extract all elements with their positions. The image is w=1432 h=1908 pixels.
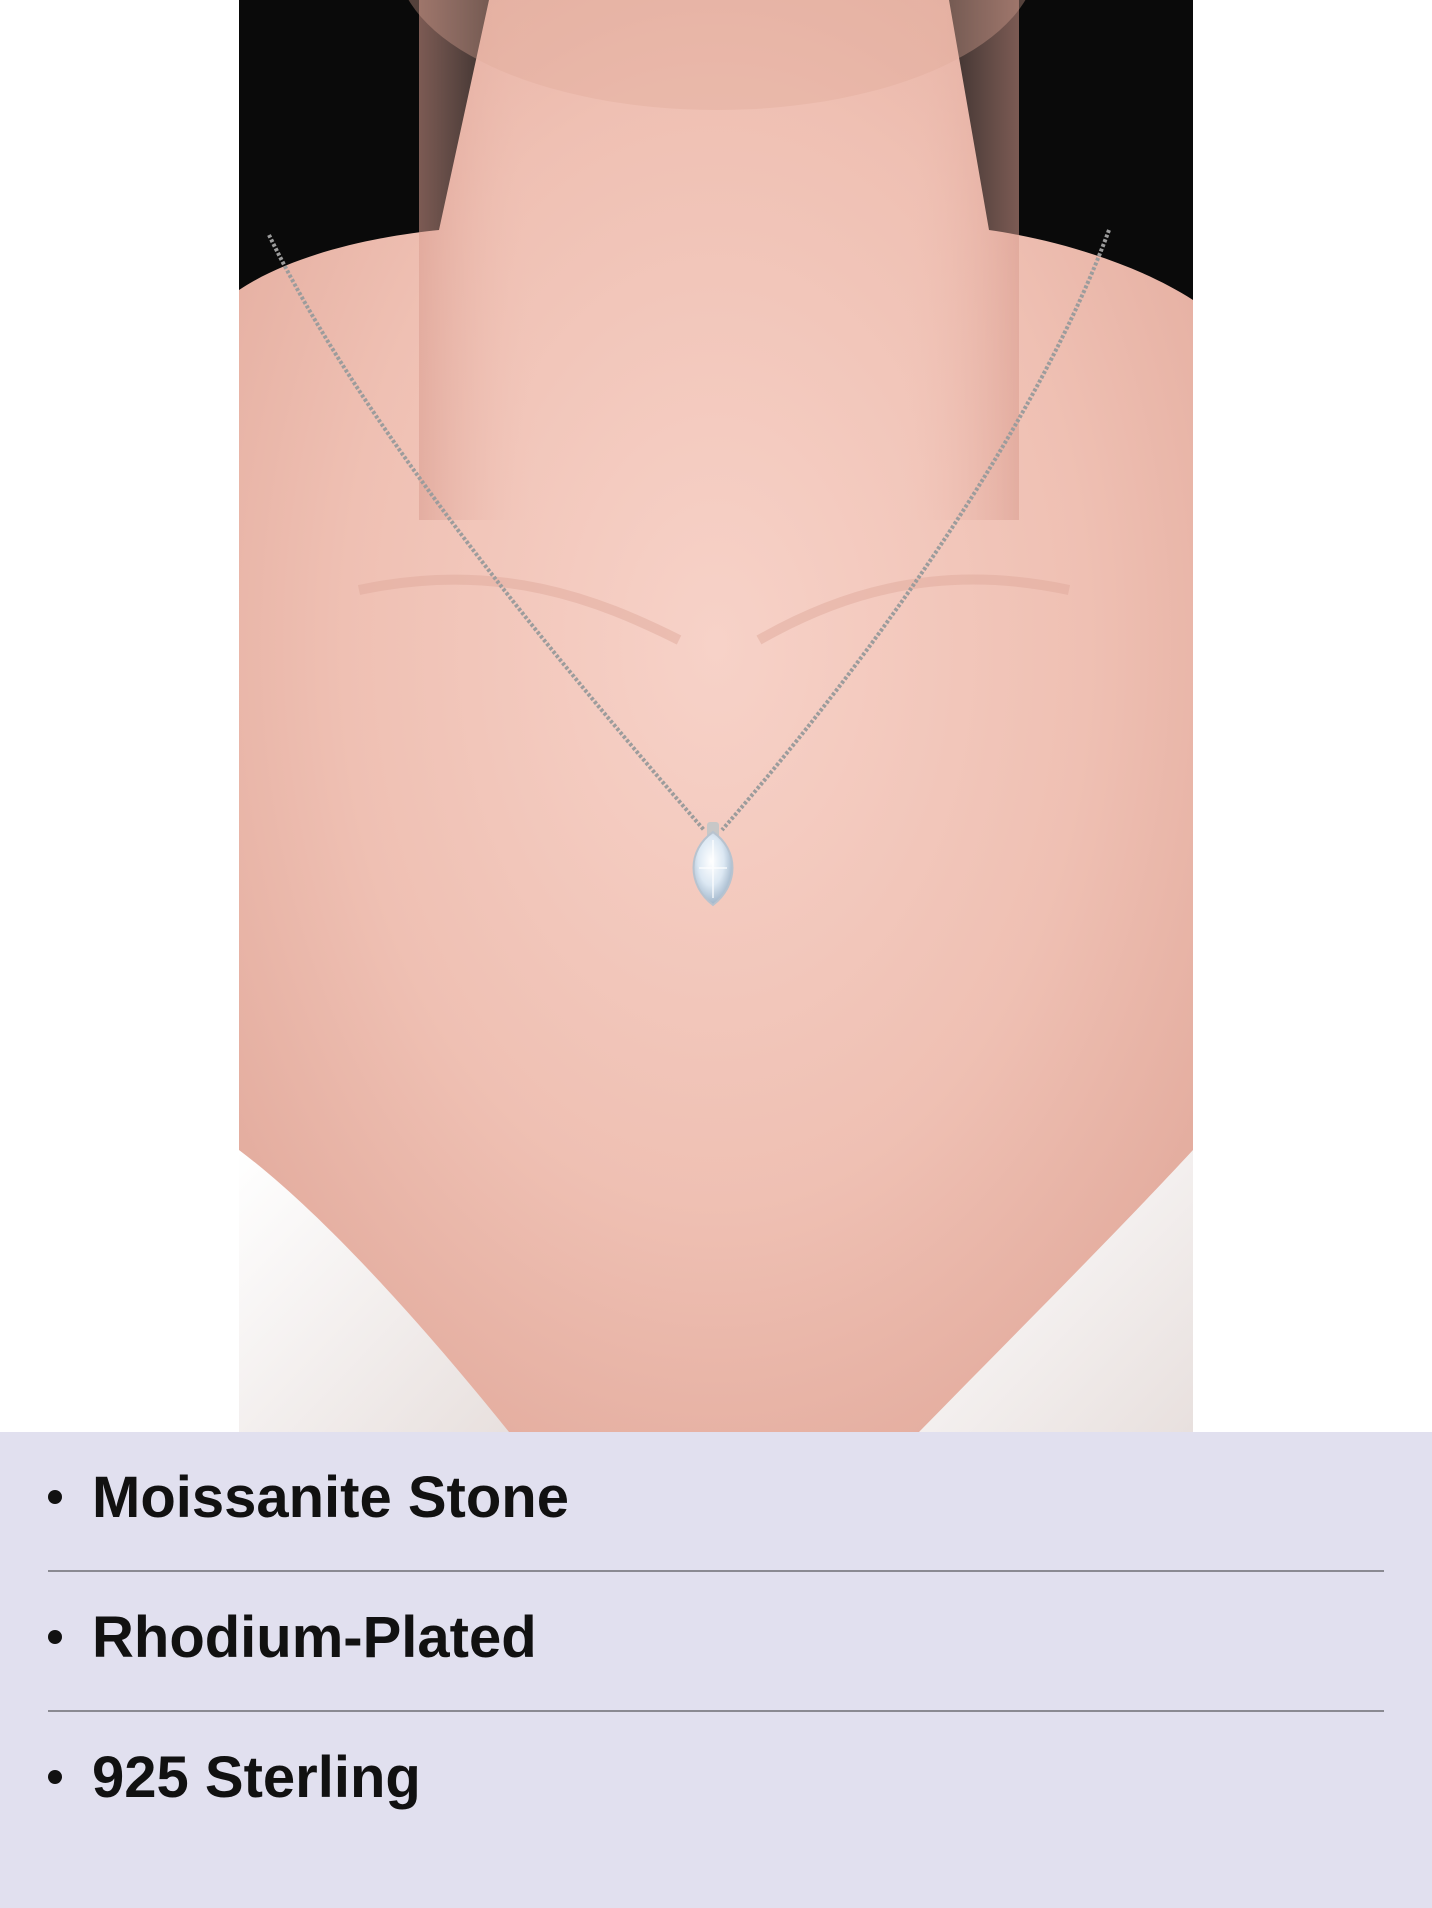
feature-item-sterling: 925 Sterling xyxy=(48,1712,1384,1852)
bullet-icon xyxy=(48,1770,62,1784)
feature-label: 925 Sterling xyxy=(92,1745,421,1810)
product-photo xyxy=(239,0,1193,1432)
product-photo-area xyxy=(0,0,1432,1432)
product-page: Moissanite Stone Rhodium-Plated 925 Ster… xyxy=(0,0,1432,1908)
feature-item-moissanite: Moissanite Stone xyxy=(48,1432,1384,1572)
feature-list: Moissanite Stone Rhodium-Plated 925 Ster… xyxy=(0,1432,1432,1852)
bullet-icon xyxy=(48,1490,62,1504)
feature-panel: Moissanite Stone Rhodium-Plated 925 Ster… xyxy=(0,1432,1432,1908)
feature-label: Rhodium-Plated xyxy=(92,1605,537,1670)
feature-label: Moissanite Stone xyxy=(92,1465,569,1530)
feature-item-rhodium: Rhodium-Plated xyxy=(48,1572,1384,1712)
bullet-icon xyxy=(48,1630,62,1644)
necklace-illustration xyxy=(239,0,1193,1432)
